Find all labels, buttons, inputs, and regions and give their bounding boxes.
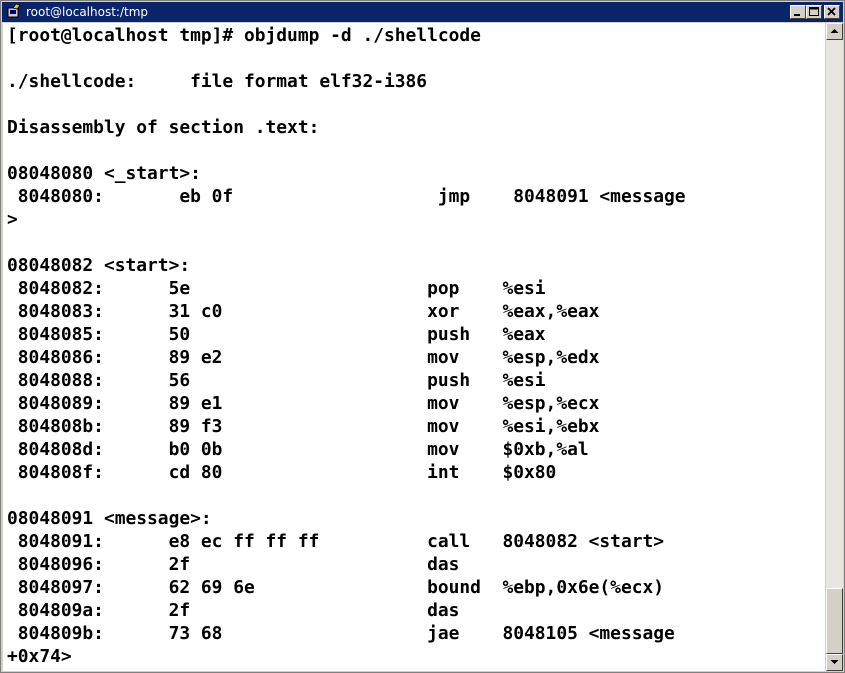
close-icon	[827, 7, 836, 16]
terminal-line: +0x74>	[7, 646, 72, 667]
terminal-line: 8048082: 5e pop %esi	[7, 278, 546, 299]
terminal-line: 8048086: 89 e2 mov %esp,%edx	[7, 347, 600, 368]
vertical-scrollbar[interactable]	[826, 23, 843, 671]
terminal-line: [root@localhost tmp]# objdump -d ./shell…	[7, 25, 481, 46]
maximize-icon	[809, 7, 819, 16]
down-arrow-icon	[830, 660, 839, 664]
scroll-up-button[interactable]	[826, 23, 843, 40]
terminal-lines: [root@localhost tmp]# objdump -d ./shell…	[7, 24, 686, 668]
terminal-line: Disassembly of section .text:	[7, 117, 320, 138]
terminal-app-icon[interactable]	[7, 4, 21, 18]
terminal-line: 804808f: cd 80 int $0x80	[7, 462, 557, 483]
minimize-button[interactable]	[790, 5, 806, 19]
terminal-line: ./shellcode: file format elf32-i386	[7, 71, 428, 92]
terminal-line: 804808d: b0 0b mov $0xb,%al	[7, 439, 589, 460]
terminal-line: 8048085: 50 push %eax	[7, 324, 546, 345]
terminal-line: 804809a: 2f das	[7, 600, 460, 621]
title-bar[interactable]: root@localhost:/tmp	[2, 2, 843, 22]
terminal-line: 8048088: 56 push %esi	[7, 370, 546, 391]
window-title: root@localhost:/tmp	[26, 5, 149, 19]
up-arrow-icon	[830, 29, 839, 33]
terminal-window: root@localhost:/tmp [root@localhost tmp]…	[0, 0, 845, 673]
maximize-button[interactable]	[806, 5, 822, 19]
minimize-icon	[794, 14, 800, 16]
terminal-line: 08048082 <start>:	[7, 255, 191, 276]
terminal-line: >	[7, 209, 18, 230]
terminal-output[interactable]: [root@localhost tmp]# objdump -d ./shell…	[3, 23, 825, 671]
terminal-line: 8048097: 62 69 6e bound %ebp,0x6e(%ecx)	[7, 577, 665, 598]
terminal-line: 08048080 <_start>:	[7, 163, 201, 184]
terminal-line: 8048091: e8 ec ff ff ff call 8048082 <st…	[7, 531, 665, 552]
terminal-line: 8048080: eb 0f jmp 8048091 <message	[7, 186, 686, 207]
terminal-line: 8048096: 2f das	[7, 554, 460, 575]
terminal-line: 804808b: 89 f3 mov %esi,%ebx	[7, 416, 600, 437]
terminal-line: 08048091 <message>:	[7, 508, 212, 529]
close-button[interactable]	[824, 5, 840, 19]
terminal-line: 8048089: 89 e1 mov %esp,%ecx	[7, 393, 600, 414]
terminal-line: 8048083: 31 c0 xor %eax,%eax	[7, 301, 600, 322]
scroll-down-button[interactable]	[826, 654, 843, 671]
scroll-thumb[interactable]	[826, 588, 843, 654]
terminal-line: 804809b: 73 68 jae 8048105 <message	[7, 623, 675, 644]
